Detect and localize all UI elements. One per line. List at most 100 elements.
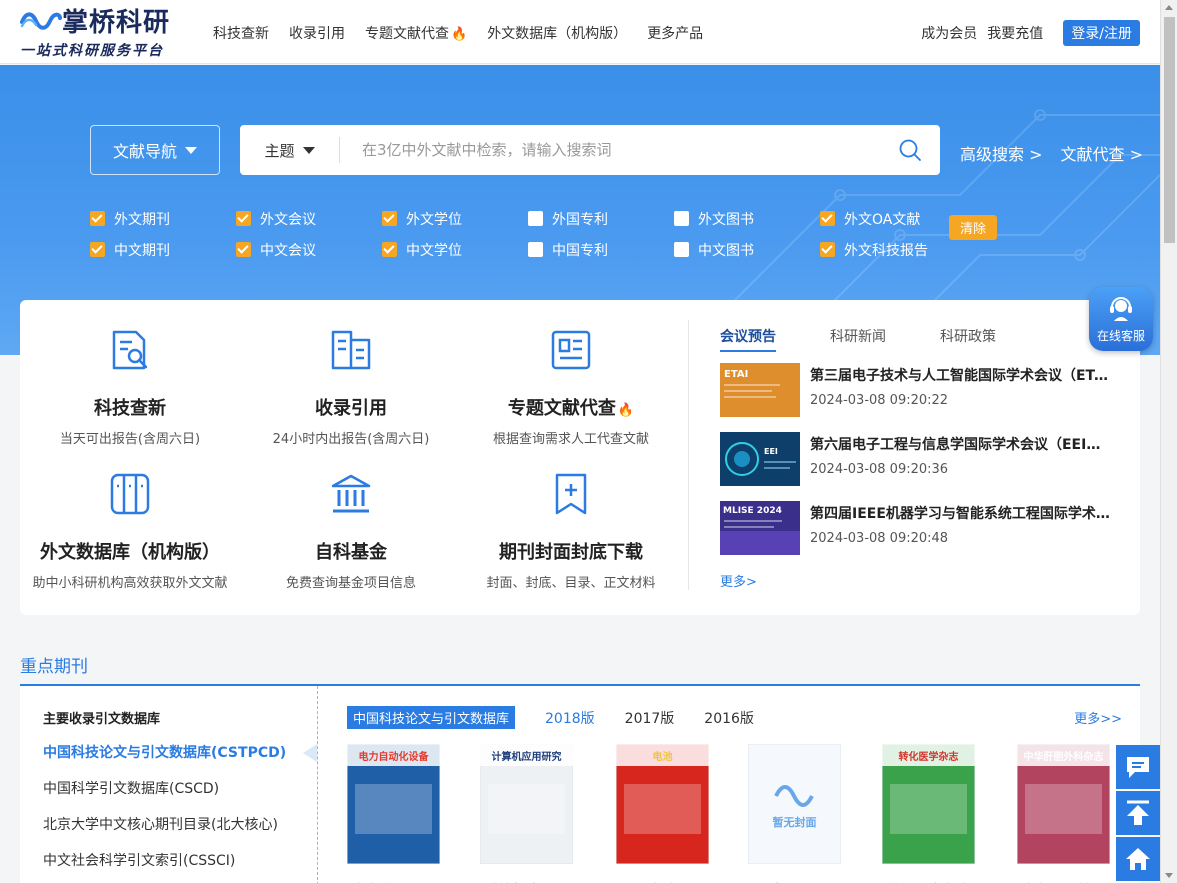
filter-checkbox[interactable]: 中文会议 <box>236 240 382 260</box>
tab-year-2016[interactable]: 2016版 <box>704 708 754 728</box>
document-list-icon <box>331 330 371 370</box>
service-citation[interactable]: 收录引用 24小时内出报告(含周六日) <box>241 328 461 447</box>
checkbox-checked-icon[interactable] <box>90 242 105 257</box>
checkbox-checked-icon[interactable] <box>820 242 835 257</box>
db-item-pku-core[interactable]: 北京大学中文核心期刊目录(北大核心) <box>43 814 278 834</box>
tab-conference-preview[interactable]: 会议预告 <box>720 326 776 352</box>
nav-item-more-products[interactable]: 更多产品 <box>647 23 703 43</box>
service-topic-delegate[interactable]: 专题文献代查 🔥 根据查询需求人工代查文献 <box>461 328 681 447</box>
journal-cover-item[interactable]: 中华肝胆外科杂志中华肝胆外... <box>1016 743 1111 883</box>
db-item-cscd[interactable]: 中国科学引文数据库(CSCD) <box>43 778 219 798</box>
scroll-thumb[interactable] <box>1164 17 1175 243</box>
tab-research-news[interactable]: 科研新闻 <box>830 326 886 352</box>
site-logo[interactable]: 掌桥科研 一站式科研服务平台 <box>20 8 180 59</box>
source-filters: 外文期刊 外文会议 外文学位 外国专利 外文图书 外文OA文献 中文期刊 中文会议 中文学位中… <box>90 203 966 265</box>
nav-item-foreign-database[interactable]: 外文数据库（机构版） <box>487 23 627 43</box>
back-to-top-button[interactable] <box>1116 791 1160 835</box>
caret-down-icon <box>302 146 315 154</box>
filter-checkbox[interactable]: 外文科技报告 <box>820 240 966 260</box>
more-journals-link[interactable]: 更多>> <box>1074 708 1122 727</box>
cover-title: 计算机应用研究 <box>492 750 562 763</box>
journal-cover-image: 暂无封面 <box>747 743 842 865</box>
advanced-search-link[interactable]: 高级搜索 > <box>960 141 1043 165</box>
filter-checkbox[interactable]: 外文学位 <box>382 209 528 229</box>
nav-item-citation[interactable]: 收录引用 <box>289 23 345 43</box>
service-cover-download[interactable]: 期刊封面封底下载 封面、封底、目录、正文材料 <box>461 472 681 591</box>
checkbox-checked-icon[interactable] <box>236 242 251 257</box>
filter-checkbox[interactable]: 外文OA文献 <box>820 209 966 229</box>
filter-checkbox[interactable]: 中文期刊 <box>90 240 236 260</box>
filter-checkbox[interactable]: 中文学位 <box>382 240 528 260</box>
citation-database-list: 主要收录引文数据库 中国科技论文与引文数据库(CSTPCD) 中国科学引文数据库… <box>20 686 318 883</box>
recharge-link[interactable]: 我要充值 <box>987 23 1043 43</box>
top-header: 掌桥科研 一站式科研服务平台 科技查新 收录引用 专题文献代查 🔥 外文数据库（机… <box>0 0 1160 64</box>
online-service-button[interactable]: 在线客服 <box>1089 287 1153 351</box>
nav-item-topic-delegate[interactable]: 专题文献代查 🔥 <box>365 23 467 43</box>
main-nav: 科技查新 收录引用 专题文献代查 🔥 外文数据库（机构版） 更多产品 <box>213 23 703 43</box>
checkbox-unchecked-icon[interactable] <box>674 242 689 257</box>
service-nsfc-fund[interactable]: 自科基金 免费查询基金项目信息 <box>241 472 461 591</box>
journal-cover-item[interactable]: 暂无封面机器人 <box>747 743 842 883</box>
checkbox-checked-icon[interactable] <box>820 211 835 226</box>
nav-item-novelty-search[interactable]: 科技查新 <box>213 23 269 43</box>
service-card: 科技查新 当天可出报告(含周六日) 收录引用 24小时内出报告(含周六日) 专题… <box>20 300 1140 615</box>
checkbox-checked-icon[interactable] <box>90 211 105 226</box>
journal-cover-item[interactable]: 电力自动化设备电力自动化... <box>346 743 441 883</box>
thumb-text: MLISE 2024 <box>723 506 782 516</box>
filter-checkbox[interactable]: 外文图书 <box>674 209 820 229</box>
search-type-dropdown[interactable]: 主题 <box>240 137 340 163</box>
clear-filters-button[interactable]: 清除 <box>949 215 997 240</box>
caret-down-icon <box>185 146 197 154</box>
news-item[interactable]: EEI 第六届电子工程与信息学国际学术会议（EEI2024） 2024-03-0… <box>720 432 1120 486</box>
section-title-key-journals: 重点期刊 <box>20 657 88 677</box>
home-button[interactable] <box>1116 837 1160 881</box>
side-toolbar <box>1116 745 1160 883</box>
checkbox-unchecked-icon[interactable] <box>528 211 543 226</box>
filter-checkbox[interactable]: 中国专利 <box>528 240 674 260</box>
checkbox-unchecked-icon[interactable] <box>528 242 543 257</box>
service-novelty-search[interactable]: 科技查新 当天可出报告(含周六日) <box>20 328 240 447</box>
journal-cover-item[interactable]: 计算机应用研究计算机应用... <box>479 743 574 883</box>
search-input[interactable] <box>340 126 880 174</box>
db-item-cssci[interactable]: 中文社会科学引文索引(CSSCI) <box>43 850 235 870</box>
filter-checkbox[interactable]: 外文会议 <box>236 209 382 229</box>
news-item[interactable]: MLISE 2024 第四届IEEE机器学习与智能系统工程国际学术会议（MLIS… <box>720 501 1120 555</box>
checkbox-unchecked-icon[interactable] <box>674 211 689 226</box>
cover-title: 转化医学杂志 <box>899 750 959 763</box>
filter-checkbox[interactable]: 外国专利 <box>528 209 674 229</box>
message-button[interactable] <box>1116 745 1160 789</box>
news-more-link[interactable]: 更多> <box>720 571 757 590</box>
report-search-icon <box>112 330 148 370</box>
filter-checkbox[interactable]: 外文期刊 <box>90 209 236 229</box>
header-actions: 成为会员 我要充值 登录/注册 <box>921 20 1140 46</box>
tab-year-2017[interactable]: 2017版 <box>625 708 675 728</box>
arrow-up-icon <box>1127 800 1149 825</box>
home-icon <box>1126 848 1150 870</box>
checkbox-checked-icon[interactable] <box>382 242 397 257</box>
checkbox-checked-icon[interactable] <box>382 211 397 226</box>
news-thumbnail: EEI <box>720 432 800 486</box>
literature-delegate-link[interactable]: 文献代查 > <box>1061 141 1144 165</box>
scroll-up-icon[interactable] <box>1165 5 1173 10</box>
literature-nav-button[interactable]: 文献导航 <box>90 125 220 175</box>
journal-cover-item[interactable]: 转化医学杂志转化医学杂志 <box>881 743 976 883</box>
page-scrollbar[interactable] <box>1160 0 1177 883</box>
become-member-link[interactable]: 成为会员 <box>921 23 977 43</box>
tab-database-name[interactable]: 中国科技论文与引文数据库 <box>347 706 516 729</box>
news-item[interactable]: ETAI 第三届电子技术与人工智能国际学术会议（ETAI 2024） 2024-… <box>720 363 1120 417</box>
filter-row-chinese: 中文期刊 中文会议 中文学位 中国专利 中文图书 外文科技报告 <box>90 234 966 265</box>
checkbox-checked-icon[interactable] <box>236 211 251 226</box>
database-columns-icon <box>110 473 150 515</box>
news-thumbnail: ETAI <box>720 363 800 417</box>
tab-research-policy[interactable]: 科研政策 <box>940 326 996 352</box>
institution-icon <box>331 474 371 513</box>
login-register-button[interactable]: 登录/注册 <box>1063 20 1140 46</box>
tab-year-2018[interactable]: 2018版 <box>545 708 595 728</box>
search-icon[interactable] <box>880 126 940 174</box>
journal-cover-item[interactable]: 电池电池 <box>615 743 710 883</box>
db-item-cstpcd[interactable]: 中国科技论文与引文数据库(CSTPCD) <box>43 742 286 762</box>
filter-checkbox[interactable]: 中文图书 <box>674 240 820 260</box>
service-foreign-database[interactable]: 外文数据库（机构版） 助中小科研机构高效获取外文文献 <box>20 472 240 591</box>
scroll-down-icon[interactable] <box>1165 873 1173 878</box>
journal-cover-image: 转化医学杂志 <box>881 743 976 865</box>
